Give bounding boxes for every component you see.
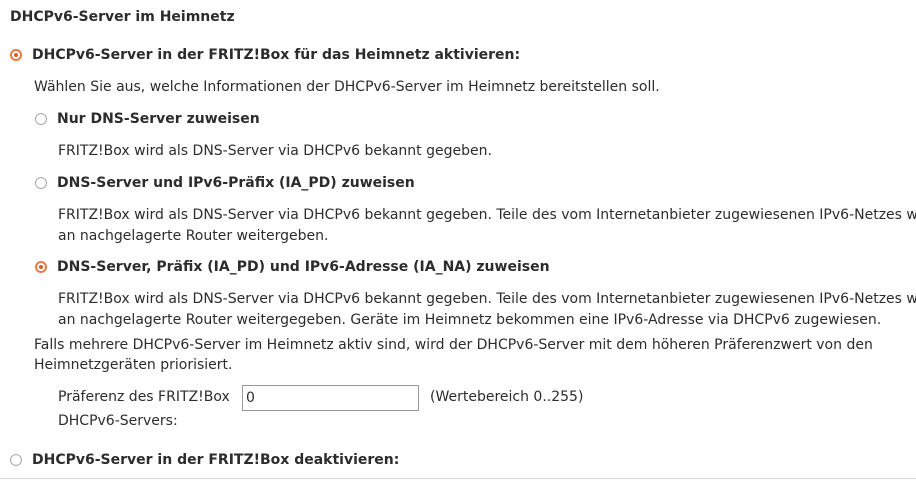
preference-label-line1: Präferenz des FRITZ!Box bbox=[58, 389, 230, 405]
priority-note-line2: Heimnetzgeräten priorisiert. bbox=[34, 357, 233, 373]
activate-radio[interactable] bbox=[10, 49, 22, 61]
option-dns-prefix-radio[interactable] bbox=[35, 177, 47, 189]
option-dns-prefix-desc-line2: an nachgelagerte Router weitergeben. bbox=[58, 228, 329, 244]
preference-range-hint: (Wertebereich 0..255) bbox=[430, 389, 584, 405]
bottom-divider bbox=[0, 478, 916, 479]
option-dns-only-radio[interactable] bbox=[35, 113, 47, 125]
option-dns-only-desc: FRITZ!Box wird als DNS-Server via DHCPv6… bbox=[58, 143, 492, 159]
preference-input[interactable] bbox=[242, 385, 419, 411]
option-dns-prefix-label[interactable]: DNS-Server und IPv6-Präfix (IA_PD) zuwei… bbox=[57, 173, 415, 194]
option-dns-only-label[interactable]: Nur DNS-Server zuweisen bbox=[57, 109, 260, 130]
deactivate-label[interactable]: DHCPv6-Server in der FRITZ!Box deaktivie… bbox=[32, 450, 399, 471]
section-title: DHCPv6-Server im Heimnetz bbox=[10, 9, 235, 25]
option-dns-prefix-desc-line1: FRITZ!Box wird als DNS-Server via DHCPv6… bbox=[58, 207, 916, 223]
deactivate-radio[interactable] bbox=[10, 454, 22, 466]
activate-intro: Wählen Sie aus, welche Informationen der… bbox=[34, 79, 660, 95]
option-dns-prefix-address-radio[interactable] bbox=[35, 261, 47, 273]
priority-note-line1: Falls mehrere DHCPv6-Server im Heimnetz … bbox=[34, 337, 873, 353]
option-dns-prefix-address-label[interactable]: DNS-Server, Präfix (IA_PD) und IPv6-Adre… bbox=[57, 257, 550, 278]
preference-label-line2: DHCPv6-Servers: bbox=[58, 413, 178, 429]
option-dns-prefix-address-desc-line1: FRITZ!Box wird als DNS-Server via DHCPv6… bbox=[58, 291, 916, 307]
activate-label[interactable]: DHCPv6-Server in der FRITZ!Box für das H… bbox=[32, 45, 520, 66]
option-dns-prefix-address-desc-line2: an nachgelagerte Router weitergegeben. G… bbox=[58, 312, 882, 328]
